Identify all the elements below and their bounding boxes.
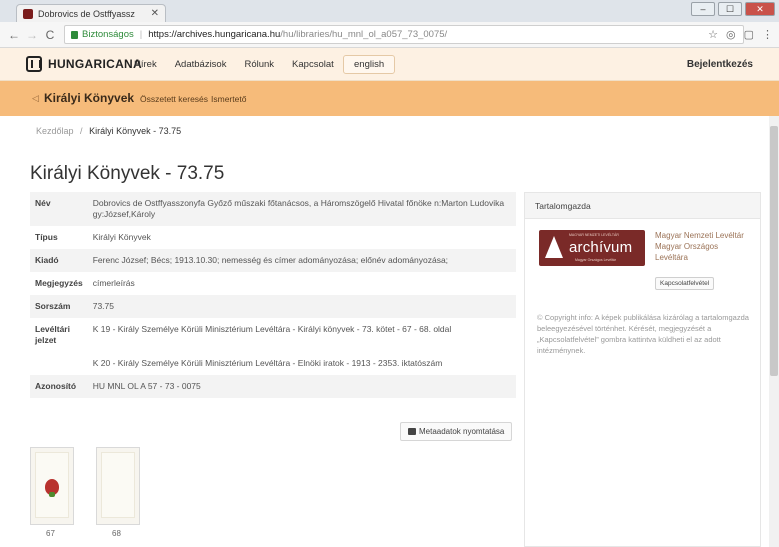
login-link[interactable]: Bejelentkezés bbox=[687, 59, 753, 70]
table-row: Megjegyzés címerleírás bbox=[30, 272, 516, 295]
field-label: Levéltári jelzet bbox=[35, 324, 70, 346]
page-thumbnail[interactable] bbox=[96, 447, 140, 525]
coat-of-arms-icon bbox=[45, 479, 59, 497]
field-label: Név bbox=[30, 192, 88, 227]
hungaricana-logo-icon bbox=[26, 56, 42, 72]
back-icon[interactable]: ← bbox=[6, 27, 22, 43]
table-row: Levéltári jelzet K 19 - Király Személye … bbox=[30, 318, 516, 352]
thumbnail-page bbox=[35, 452, 69, 518]
field-label: Sorszám bbox=[30, 295, 88, 319]
browser-actions: ☆ ◎ ▢ ⋮ bbox=[708, 28, 773, 41]
maximize-button[interactable]: ☐ bbox=[718, 2, 742, 16]
breadcrumb-home[interactable]: Kezdőlap bbox=[36, 126, 74, 136]
close-window-button[interactable]: ✕ bbox=[745, 2, 775, 16]
print-metadata-label: Metaadatok nyomtatása bbox=[419, 427, 505, 436]
nav-link-rolunk[interactable]: Rólunk bbox=[244, 59, 274, 70]
field-value: Ferenc József; Bécs; 1913.10.30; nemessé… bbox=[87, 249, 516, 273]
printer-icon bbox=[408, 428, 416, 435]
extension-icon[interactable]: ◎ bbox=[726, 28, 736, 41]
metadata-table: Név Dobrovics de Ostffyasszonyfa Győző m… bbox=[30, 192, 516, 399]
forward-icon[interactable]: → bbox=[24, 27, 40, 43]
page-title: Királyi Könyvek - 73.75 bbox=[30, 163, 225, 184]
thumbnail-page bbox=[101, 452, 135, 518]
table-row: Típus Királyi Könyvek bbox=[30, 226, 516, 249]
back-arrow-icon[interactable]: ◁ bbox=[32, 93, 39, 104]
field-value: HU MNL OL A 57 - 73 - 0075 bbox=[87, 375, 516, 399]
thumbnail-label: 68 bbox=[112, 529, 121, 538]
minimize-button[interactable]: – bbox=[691, 2, 715, 16]
advanced-search-link[interactable]: Összetett keresés bbox=[140, 94, 208, 104]
scrollbar-thumb[interactable] bbox=[770, 126, 778, 376]
archivum-logo-icon bbox=[545, 236, 563, 258]
window-controls: – ☐ ✕ bbox=[691, 2, 775, 16]
copyright-icon: © bbox=[537, 313, 543, 322]
page-thumbnail[interactable] bbox=[30, 447, 74, 525]
field-label: Megjegyzés bbox=[35, 278, 83, 289]
url-separator: | bbox=[139, 29, 143, 40]
address-bar: ← → C Biztonságos | https://archives.hun… bbox=[0, 22, 779, 48]
table-row: Név Dobrovics de Ostffyasszonyfa Győző m… bbox=[30, 192, 516, 227]
field-label: Típus bbox=[35, 232, 58, 243]
database-subnav: ◁ Királyi Könyvek Összetett keresés Isme… bbox=[0, 81, 779, 116]
breadcrumb: Kezdőlap / Királyi Könyvek - 73.75 bbox=[36, 126, 181, 136]
field-value: K 20 - Király Személye Körüli Minisztéri… bbox=[92, 358, 443, 369]
contact-button[interactable]: Kapcsolatfelvétel bbox=[655, 277, 715, 290]
bookmark-star-icon[interactable]: ☆ bbox=[708, 28, 718, 41]
reload-icon[interactable]: C bbox=[42, 27, 58, 43]
browser-menu-icon[interactable]: ⋮ bbox=[762, 28, 773, 41]
language-button[interactable]: english bbox=[343, 55, 396, 74]
cast-icon[interactable]: ▢ bbox=[744, 28, 754, 41]
field-label: Kiadó bbox=[30, 249, 88, 273]
field-value: 73.75 bbox=[87, 295, 516, 319]
tab-close-icon[interactable]: ✕ bbox=[151, 8, 159, 19]
main-nav: Hírek Adatbázisok Rólunk Kapcsolat bbox=[134, 59, 334, 70]
logo-text: HUNGARICANA bbox=[48, 57, 142, 71]
url-input[interactable]: Biztonságos | https://archives.hungarica… bbox=[64, 25, 744, 44]
browser-tabstrip: Dobrovics de Ostffyassz ✕ – ☐ ✕ bbox=[0, 0, 779, 22]
secure-label: Biztonságos bbox=[82, 29, 134, 40]
description-link[interactable]: Ismertető bbox=[211, 94, 246, 104]
url-host: https://archives.hungaricana.hu bbox=[148, 29, 281, 40]
print-metadata-button[interactable]: Metaadatok nyomtatása bbox=[400, 422, 513, 441]
breadcrumb-current: Királyi Könyvek - 73.75 bbox=[89, 126, 182, 136]
database-name[interactable]: Királyi Könyvek bbox=[44, 91, 134, 105]
field-value: Dobrovics de Ostffyasszonyfa Győző műsza… bbox=[87, 192, 516, 227]
table-row: Sorszám 73.75 bbox=[30, 295, 516, 319]
nav-link-hirek[interactable]: Hírek bbox=[134, 59, 157, 70]
field-value: címerleírás bbox=[92, 278, 135, 289]
site-favicon-icon bbox=[23, 8, 33, 19]
logo-bottom-text: Magyar Országos Levéltár bbox=[575, 258, 617, 262]
nav-link-kapcsolat[interactable]: Kapcsolat bbox=[292, 59, 334, 70]
archivum-logo[interactable]: MAGYAR NEMZETI LEVÉLTÁR archívum Magyar … bbox=[539, 230, 645, 266]
table-row: Kiadó Ferenc József; Bécs; 1913.10.30; n… bbox=[30, 249, 516, 273]
thumbnail-label: 67 bbox=[46, 529, 55, 538]
table-row: K 20 - Király Személye Körüli Minisztéri… bbox=[30, 352, 516, 375]
url-path: /hu/libraries/hu_mnl_ol_a057_73_0075/ bbox=[280, 29, 448, 40]
site-header: HUNGARICANA Hírek Adatbázisok Rólunk Kap… bbox=[0, 48, 779, 81]
organization-name[interactable]: Magyar Nemzeti Levéltár Magyar Országos … bbox=[655, 231, 751, 263]
content-owner-panel: Tartalomgazda MAGYAR NEMZETI LEVÉLTÁR ar… bbox=[524, 192, 761, 547]
lock-icon bbox=[71, 30, 78, 39]
copyright-info: © Copyright info: A képek publikálása ki… bbox=[537, 313, 755, 357]
table-row: Azonosító HU MNL OL A 57 - 73 - 0075 bbox=[30, 375, 516, 399]
field-label bbox=[30, 352, 88, 375]
field-label: Azonosító bbox=[30, 375, 88, 399]
hungaricana-logo[interactable]: HUNGARICANA bbox=[26, 56, 142, 72]
nav-link-adatbazisok[interactable]: Adatbázisok bbox=[175, 59, 227, 70]
browser-tab[interactable]: Dobrovics de Ostffyassz ✕ bbox=[16, 4, 166, 22]
field-value: Királyi Könyvek bbox=[92, 232, 151, 243]
logo-top-text: MAGYAR NEMZETI LEVÉLTÁR bbox=[569, 233, 619, 237]
panel-heading: Tartalomgazda bbox=[525, 193, 760, 219]
logo-word: archívum bbox=[569, 239, 633, 256]
copyright-text: Copyright info: A képek publikálása kizá… bbox=[537, 313, 749, 355]
tab-title: Dobrovics de Ostffyassz bbox=[38, 8, 135, 19]
field-value: K 19 - Király Személye Körüli Minisztéri… bbox=[92, 324, 452, 335]
breadcrumb-separator: / bbox=[80, 126, 83, 136]
